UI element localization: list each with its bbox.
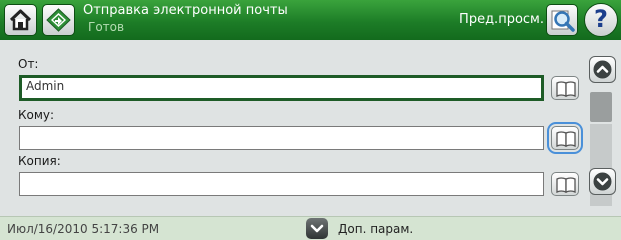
preview-button[interactable] bbox=[546, 4, 578, 36]
to-field[interactable] bbox=[19, 126, 544, 150]
device-status: Готов bbox=[88, 20, 125, 34]
home-icon bbox=[9, 9, 32, 31]
cc-address-book-button[interactable] bbox=[551, 172, 579, 196]
from-field[interactable]: Admin bbox=[19, 75, 544, 101]
help-button[interactable]: ? bbox=[584, 3, 618, 37]
cc-label: Копия: bbox=[18, 154, 61, 168]
cc-field[interactable] bbox=[19, 172, 544, 196]
magnifier-icon bbox=[551, 10, 575, 32]
email-app-button[interactable] bbox=[42, 4, 75, 36]
scrollbar-thumb[interactable] bbox=[590, 92, 612, 122]
to-label: Кому: bbox=[18, 108, 55, 122]
title-bar: Отправка электронной почты Готов Пред.пр… bbox=[0, 0, 621, 40]
home-button[interactable] bbox=[4, 4, 37, 36]
from-address-book-button[interactable] bbox=[551, 76, 579, 100]
more-options-button[interactable] bbox=[306, 218, 328, 239]
email-form: От: Admin Кому: Копия: bbox=[0, 40, 621, 216]
to-address-book-button[interactable] bbox=[547, 122, 583, 154]
email-app-icon bbox=[46, 8, 71, 32]
address-book-icon bbox=[556, 131, 576, 147]
status-bar: Июл/16/2010 5:17:36 PM Доп. парам. bbox=[0, 216, 621, 240]
chevron-down-icon bbox=[593, 172, 612, 191]
datetime-display: Июл/16/2010 5:17:36 PM bbox=[7, 222, 160, 236]
from-label: От: bbox=[18, 57, 39, 71]
chevron-up-icon bbox=[593, 60, 612, 79]
preview-label[interactable]: Пред.просм. bbox=[459, 12, 544, 27]
scroll-up-button[interactable] bbox=[589, 56, 616, 83]
address-book-icon bbox=[556, 177, 576, 193]
address-book-icon bbox=[556, 81, 576, 97]
from-value: Admin bbox=[26, 79, 65, 93]
chevron-down-icon bbox=[310, 224, 324, 233]
scroll-down-button[interactable] bbox=[589, 168, 616, 195]
screen-title: Отправка электронной почты bbox=[83, 3, 288, 18]
more-options-label[interactable]: Доп. парам. bbox=[338, 222, 413, 236]
